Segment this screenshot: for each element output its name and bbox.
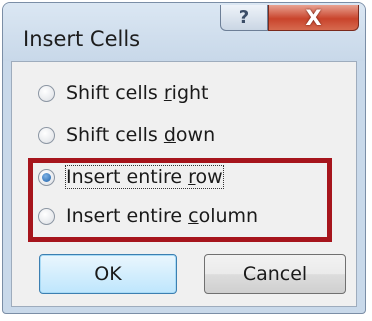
question-mark-icon: ?	[238, 7, 250, 28]
option-label: Shift cells down	[66, 124, 216, 146]
option-label: Shift cells right	[66, 82, 209, 104]
cancel-button[interactable]: Cancel	[204, 254, 346, 294]
radio-shift-cells-down[interactable]	[38, 126, 55, 144]
radio-shift-cells-right[interactable]	[38, 84, 55, 102]
highlight-box	[28, 158, 332, 242]
dialog-body: Shift cells right Shift cells down Inser…	[11, 61, 357, 307]
title-bar[interactable]: Insert Cells ? X	[3, 3, 365, 61]
close-icon: X	[305, 5, 322, 30]
dialog-title: Insert Cells	[23, 27, 141, 51]
option-shift-cells-right[interactable]: Shift cells right	[38, 78, 209, 108]
insert-cells-dialog: Insert Cells ? X Shift cells right Shift…	[2, 2, 366, 314]
close-button[interactable]: X	[268, 5, 359, 31]
ok-button[interactable]: OK	[39, 254, 177, 294]
help-button[interactable]: ?	[220, 5, 268, 31]
option-shift-cells-down[interactable]: Shift cells down	[38, 120, 215, 150]
